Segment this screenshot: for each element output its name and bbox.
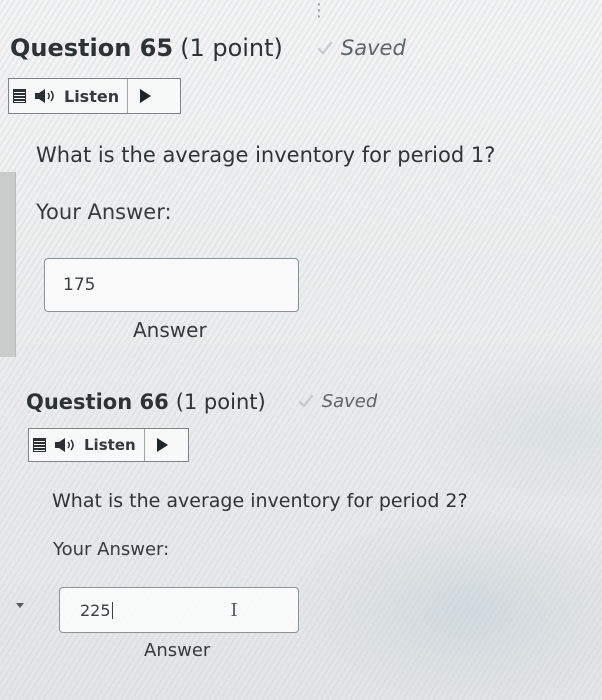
answer-input[interactable]: 225 I [59,587,299,633]
text-cursor-icon: I [230,599,238,621]
play-icon[interactable] [156,438,168,452]
listen-toolbar[interactable]: Listen [28,428,189,462]
answer-input[interactable]: 175 [44,258,299,312]
question-text: What is the average inventory for period… [36,143,496,167]
menu-icon[interactable] [13,89,26,103]
answer-value: 225 [80,600,111,620]
saved-status: Saved [298,390,378,412]
toolbar-divider [127,79,129,113]
listen-toolbar[interactable]: Listen [8,78,181,114]
answer-value: 175 [63,275,96,295]
question-points: (1 point) [175,390,266,414]
your-answer-label: Your Answer: [36,200,172,224]
listen-button[interactable]: Listen [84,436,144,454]
menu-icon[interactable] [33,438,46,452]
more-options-icon: ⋮ [310,0,328,21]
text-caret [111,601,113,619]
question-title: Question 65 [10,34,174,62]
question-points: (1 point) [180,34,283,62]
question-66-header: Question 66 (1 point) Saved [26,390,377,414]
answer-label: Answer [144,640,211,661]
question-title: Question 66 [26,390,169,414]
question-65-header: Question 65 (1 point) Saved [10,34,406,62]
speaker-icon [55,438,74,452]
saved-label: Saved [321,390,378,412]
saved-status: Saved [317,36,406,60]
question-text: What is the average inventory for period… [52,490,468,512]
question-side-marker [0,172,16,357]
check-icon [317,41,333,55]
toolbar-divider [143,429,145,461]
collapse-caret-icon [16,603,24,608]
play-icon[interactable] [140,89,152,103]
your-answer-label: Your Answer: [53,539,170,560]
answer-label: Answer [133,318,207,342]
listen-button[interactable]: Listen [64,87,127,106]
speaker-icon [35,89,54,103]
saved-label: Saved [340,36,406,60]
check-icon [298,394,313,408]
